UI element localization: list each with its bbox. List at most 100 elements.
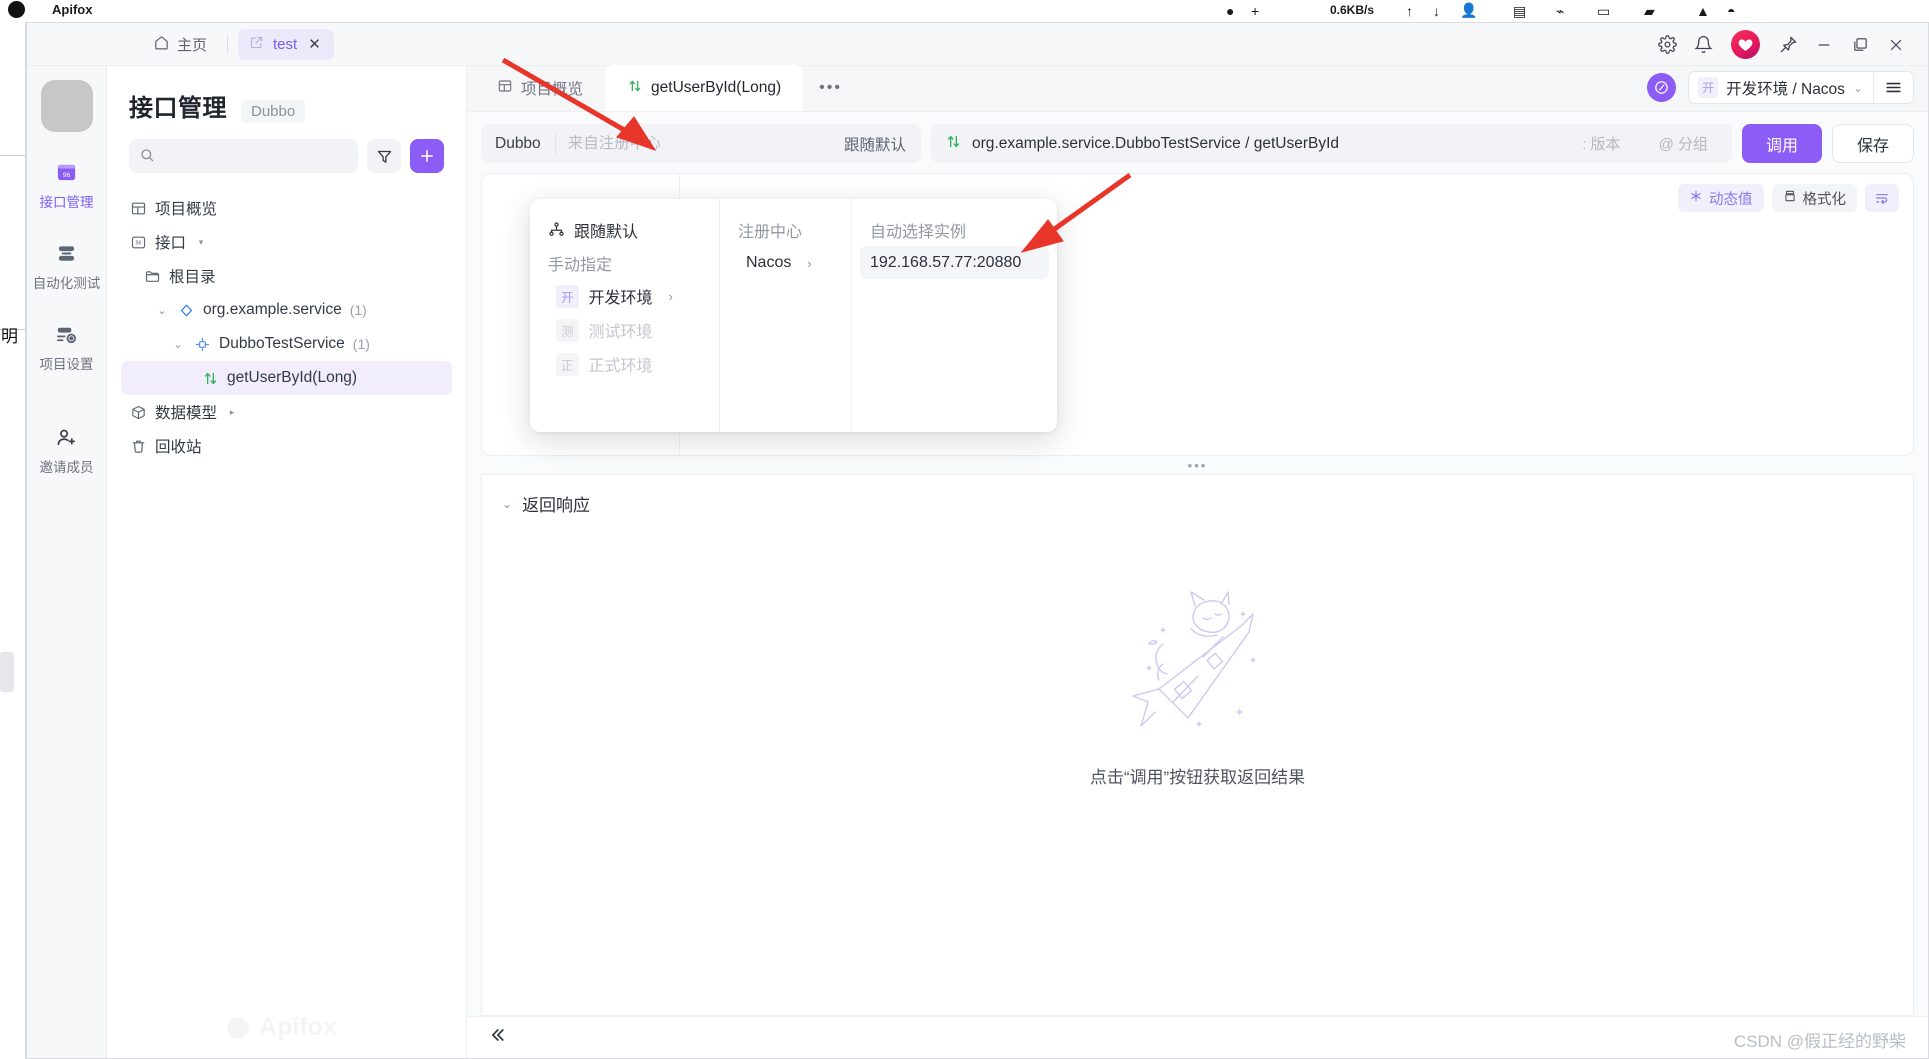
- tree-item-count: (1): [352, 336, 370, 352]
- version-field[interactable]: : 版本: [1582, 133, 1648, 154]
- close-icon[interactable]: [1878, 27, 1914, 63]
- rocket-fox-icon: [1103, 584, 1293, 757]
- tab-project-overview[interactable]: 项目概览: [475, 65, 605, 111]
- chevron-right-icon[interactable]: ›: [669, 289, 673, 304]
- tree-item-api[interactable]: 96 接口 ▾: [121, 225, 452, 259]
- dropdown-registry-header: 注册中心: [738, 223, 803, 241]
- avatar[interactable]: [1731, 30, 1760, 59]
- collapse-left-icon[interactable]: [487, 1025, 507, 1050]
- tab-getuserbyid[interactable]: getUserById(Long): [605, 65, 804, 111]
- clock-icon[interactable]: [1647, 73, 1677, 102]
- follow-default-label[interactable]: 跟随默认: [829, 133, 921, 155]
- bell-icon[interactable]: [1685, 27, 1721, 63]
- project-tab-test[interactable]: test ✕: [238, 28, 334, 60]
- dropdown-column-instances: 自动选择实例 192.168.57.77:20880: [852, 199, 1057, 432]
- titlebar-actions: [1649, 23, 1914, 66]
- registry-input[interactable]: [555, 134, 829, 153]
- format-icon: [1783, 189, 1797, 207]
- svg-text:96: 96: [135, 240, 141, 246]
- gear-icon[interactable]: [1649, 27, 1685, 63]
- environment-area: 开 开发环境 / Nacos ⌄: [1647, 71, 1914, 104]
- tab-overflow-button[interactable]: •••: [803, 65, 858, 111]
- chevron-down-icon[interactable]: ⌄: [1853, 81, 1863, 95]
- os-net-speed: 0.6KB/s: [1330, 3, 1375, 17]
- dropdown-manual-label: 手动指定: [548, 256, 613, 274]
- content-tabs: 项目概览 getUserById(Long) ••• 开 开发环境 / Naco…: [467, 65, 1928, 112]
- maximize-icon[interactable]: [1842, 27, 1878, 63]
- tree-item-root-folder[interactable]: 根目录: [121, 259, 452, 293]
- registry-address-group[interactable]: Dubbo 跟随默认: [481, 124, 921, 163]
- os-icon-k: ◓: [1727, 3, 1736, 19]
- os-icon-b: +: [1251, 3, 1260, 19]
- search-input[interactable]: [155, 148, 348, 164]
- chevron-down-icon[interactable]: ⌄: [171, 338, 185, 351]
- overview-icon: [497, 78, 513, 99]
- filter-icon[interactable]: [367, 139, 401, 173]
- sidebar-item-project-settings[interactable]: 项目设置: [30, 322, 104, 373]
- folder-icon: [143, 268, 161, 285]
- registry-label: Nacos: [746, 254, 792, 271]
- tree-item-data-model[interactable]: 数据模型 ▸: [121, 395, 452, 429]
- chevron-down-icon[interactable]: ⌄: [502, 497, 512, 511]
- dropdown-column-registry: 注册中心 Nacos ›: [720, 199, 852, 432]
- chevron-right-icon[interactable]: ›: [807, 256, 811, 271]
- minimize-icon[interactable]: [1806, 27, 1842, 63]
- page-title: 接口管理: [129, 95, 227, 122]
- response-header[interactable]: ⌄ 返回响应: [482, 475, 1913, 516]
- tree-item-dubbotestservice[interactable]: ⌄ DubboTestService (1): [121, 327, 452, 361]
- apifox-watermark: Apifox: [225, 1013, 337, 1042]
- os-edge-char: 明: [1, 327, 18, 346]
- dropdown-env-test[interactable]: 测 测试环境: [538, 313, 711, 347]
- close-icon[interactable]: ✕: [308, 35, 321, 53]
- dropdown-follow-default[interactable]: 跟随默认: [538, 213, 711, 246]
- tree-item-getuserbyid[interactable]: getUserById(Long): [121, 361, 452, 395]
- sidebar-item-automation-test[interactable]: 自动化测试: [30, 241, 104, 292]
- os-edge-scroll[interactable]: [0, 652, 14, 692]
- environment-value[interactable]: 开 开发环境 / Nacos ⌄: [1689, 72, 1873, 103]
- search-box[interactable]: [129, 139, 358, 173]
- os-icon-a: ●: [1226, 3, 1235, 19]
- response-panel: ⌄ 返回响应 点击“调用”按钮获取返回结果: [481, 474, 1914, 1016]
- chevron-down-icon[interactable]: ▾: [194, 237, 208, 248]
- chevron-down-icon[interactable]: ⌄: [155, 304, 169, 317]
- tree-item-org-example-service[interactable]: ⌄ org.example.service (1): [121, 293, 452, 327]
- sidebar-item-label: 自动化测试: [32, 276, 101, 291]
- plus-icon[interactable]: [410, 139, 444, 173]
- dropdown-instance-item[interactable]: 192.168.57.77:20880: [860, 246, 1049, 279]
- data-model-icon: [129, 404, 147, 421]
- registry-dropdown: 跟随默认 手动指定 开 开发环境 › 测 测试环境 正 正式环境 注册中心 Na…: [530, 199, 1057, 432]
- wrap-lines-icon[interactable]: [1865, 184, 1899, 212]
- env-label: 测试环境: [588, 324, 653, 341]
- request-toolbar: Dubbo 跟随默认 org.example.service.DubboTest…: [467, 112, 1928, 173]
- tree-item-count: (1): [349, 302, 367, 318]
- sidebar-item-invite-member[interactable]: 邀请成员: [30, 425, 104, 476]
- environment-selector[interactable]: 开 开发环境 / Nacos ⌄: [1688, 71, 1914, 104]
- dropdown-env-dev[interactable]: 开 开发环境 ›: [538, 279, 711, 313]
- home-tab[interactable]: 主页: [143, 29, 217, 60]
- dynamic-value-button[interactable]: 动态值: [1678, 184, 1764, 212]
- save-button[interactable]: 保存: [1831, 124, 1914, 163]
- method-arrows-icon: [945, 133, 962, 155]
- format-button[interactable]: 格式化: [1771, 184, 1857, 212]
- os-logo-icon: [8, 1, 25, 18]
- sidebar-item-api-management[interactable]: 96 接口管理: [30, 160, 104, 211]
- group-field[interactable]: @ 分组: [1659, 133, 1718, 154]
- tree-item-project-overview[interactable]: 项目概览: [121, 191, 452, 225]
- os-icon-g: ⌁: [1556, 3, 1565, 19]
- env-label: 正式环境: [588, 358, 653, 375]
- dropdown-env-prod[interactable]: 正 正式环境: [538, 347, 711, 381]
- chevron-right-icon[interactable]: ▸: [225, 407, 239, 418]
- workspace-avatar[interactable]: [40, 80, 93, 132]
- method-path-group[interactable]: org.example.service.DubboTestService / g…: [931, 124, 1732, 163]
- doc-link-icon: [249, 35, 264, 54]
- invoke-button[interactable]: 调用: [1741, 124, 1822, 163]
- pin-icon[interactable]: [1770, 27, 1806, 63]
- explorer-search-row: [107, 139, 466, 187]
- trash-icon: [129, 438, 147, 455]
- tree-item-recycle-bin[interactable]: 回收站: [121, 429, 452, 463]
- hamburger-icon[interactable]: [1873, 72, 1913, 103]
- os-edge-panel: [0, 155, 25, 330]
- dropdown-registry-nacos[interactable]: Nacos ›: [728, 246, 843, 280]
- os-taskbar: Apifox 0.6KB/s ● + ↑ ↓ 👤 ▤ ⌁ ▭ ▰ ▲ ◓: [0, 0, 1929, 22]
- panel-splitter[interactable]: •••: [467, 456, 1928, 474]
